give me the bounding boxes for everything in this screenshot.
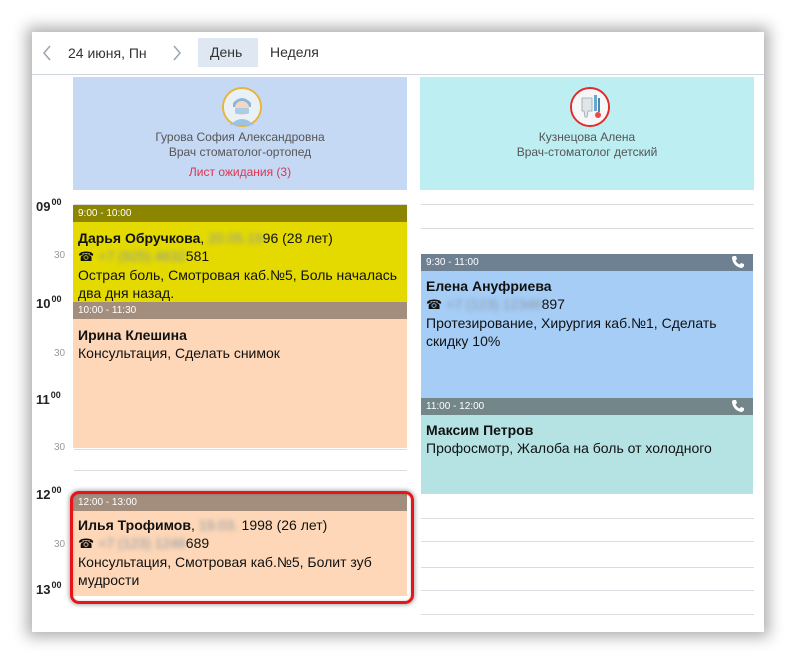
doctor-name: Гурова София Александровна (155, 130, 325, 144)
schedule-window: 24 июня, Пн День Неделя 0900 30 1000 30 … (32, 32, 764, 632)
appointment-note: Консультация, Сделать снимок (78, 345, 280, 361)
patient-name[interactable]: Максим Петров (426, 421, 747, 439)
doctor-name: Кузнецова Алена (538, 130, 636, 144)
current-date: 24 июня, Пн (68, 45, 147, 61)
half-hour-label: 30 (54, 348, 66, 359)
patient-dob: 96 (28 лет) (262, 230, 333, 246)
appointment-card[interactable]: 12:00 - 13:00 Илья Трофимов, 19.03. 1998… (73, 494, 407, 596)
grid-line (421, 541, 754, 542)
tab-day[interactable]: День (198, 38, 258, 67)
doctor-specialty: Врач-стоматолог детский (516, 145, 658, 159)
appointment-note: Консультация, Смотровая каб.№5, Болит зу… (78, 554, 372, 588)
hour-label: 1200 (36, 485, 62, 502)
chevron-right-icon[interactable] (170, 45, 184, 61)
grid-line (421, 590, 754, 591)
patient-dob-hidden: 20.05.19 (208, 230, 263, 246)
half-hour-label: 30 (54, 539, 66, 550)
telephone-icon: ☎ (426, 297, 443, 312)
grid-line (74, 470, 407, 471)
chevron-left-icon[interactable] (40, 45, 54, 61)
waitlist-link[interactable]: Лист ожидания (3) (73, 165, 407, 179)
hour-label: 1000 (36, 294, 62, 311)
doctor-avatar (222, 87, 262, 127)
patient-phone-hidden: +7 (925) 4632 (98, 248, 186, 264)
appointment-note: Острая боль, Смотровая каб.№5, Боль нача… (78, 267, 398, 301)
patient-phone: 581 (185, 248, 210, 264)
doctor-specialty: Врач стоматолог-ортопед (168, 145, 312, 159)
patient-dob: 1998 (26 лет) (241, 517, 328, 533)
hour-label: 1100 (36, 390, 61, 407)
appointment-card[interactable]: 9:00 - 10:00 Дарья Обручкова, 20.05.1996… (73, 205, 407, 302)
phone-icon[interactable] (731, 399, 745, 413)
appointment-time: 9:30 - 11:00 (421, 254, 753, 271)
patient-phone-hidden: +7 (123) 12346 (446, 296, 542, 312)
telephone-icon: ☎ (78, 249, 95, 264)
patient-name[interactable]: Илья Трофимов (78, 517, 191, 533)
half-hour-label: 30 (54, 442, 66, 453)
tab-week[interactable]: Неделя (258, 38, 331, 67)
patient-name[interactable]: Елена Ануфриева (426, 277, 747, 295)
patient-name[interactable]: Ирина Клешина (78, 326, 401, 344)
patient-name[interactable]: Дарья Обручкова (78, 230, 200, 246)
grid-line (421, 567, 754, 568)
grid-line (421, 228, 754, 229)
appointment-time: 11:00 - 12:00 (421, 398, 753, 415)
telephone-icon: ☎ (78, 536, 95, 551)
appointment-time: 10:00 - 11:30 (73, 302, 407, 319)
appointment-card[interactable]: 10:00 - 11:30 Ирина Клешина Консультация… (73, 302, 407, 448)
grid-line (421, 204, 754, 205)
grid-line (74, 449, 407, 450)
appointment-card[interactable]: 9:30 - 11:00 Елена Ануфриева ☎ +7 (123) 1… (421, 254, 753, 398)
doctor-header[interactable]: Кузнецова Алена Врач-стоматолог детский (420, 77, 754, 190)
patient-phone-hidden: +7 (123) 1246 (98, 535, 186, 551)
patient-phone: 897 (541, 296, 565, 312)
appointment-note: Профосмотр, Жалоба на боль от холодного (426, 440, 712, 456)
hour-label: 1300 (36, 580, 62, 597)
grid-line (421, 518, 754, 519)
toolbar: 24 июня, Пн День Неделя (32, 32, 764, 75)
hour-label: 0900 (36, 197, 62, 214)
grid-line (421, 614, 754, 615)
appointment-time: 12:00 - 13:00 (73, 494, 407, 511)
patient-dob-hidden: 19.03. (198, 517, 238, 533)
appointment-note: Протезирование, Хирургия каб.№1, Сделать… (426, 315, 717, 349)
appointment-card[interactable]: 11:00 - 12:00 Максим Петров Профосмотр, … (421, 398, 753, 494)
phone-icon[interactable] (731, 255, 745, 269)
doctor-avatar (570, 87, 610, 127)
patient-phone: 689 (185, 535, 210, 551)
appointment-time: 9:00 - 10:00 (73, 205, 407, 222)
half-hour-label: 30 (54, 250, 66, 261)
doctor-header[interactable]: Гурова София Александровна Врач стоматол… (73, 77, 407, 190)
